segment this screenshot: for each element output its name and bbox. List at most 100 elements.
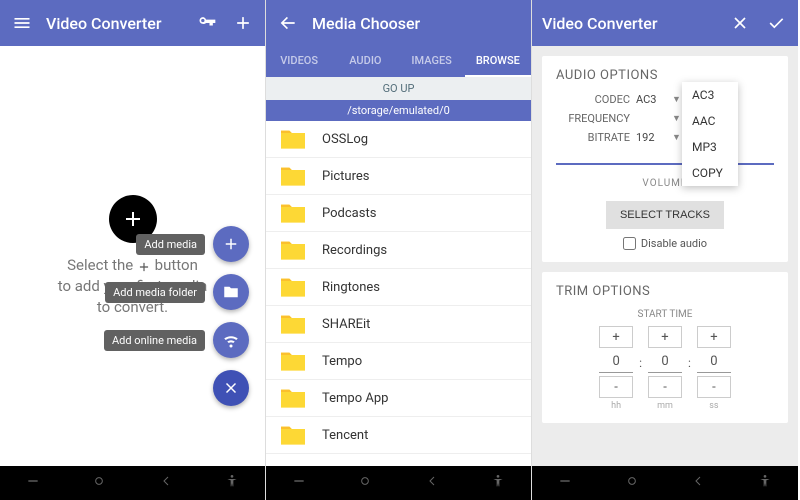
codec-dropdown: AC3AACMP3COPY	[682, 82, 738, 186]
nav-back-icon[interactable]	[690, 473, 706, 493]
folder-row[interactable]: Tempo	[266, 343, 531, 380]
fab-close[interactable]	[213, 370, 249, 406]
folder-icon	[278, 164, 308, 188]
folder-row[interactable]: Pictures	[266, 158, 531, 195]
folder-name: SHAREit	[322, 317, 370, 332]
nav-back-icon[interactable]	[424, 473, 440, 493]
ss-plus-button[interactable]: +	[697, 326, 731, 348]
folder-name: Ringtones	[322, 280, 380, 295]
folder-row[interactable]: Ringtones	[266, 269, 531, 306]
fab-stack: Add media Add media folder Add online me…	[104, 226, 249, 406]
disable-audio-checkbox[interactable]: Disable audio	[556, 237, 774, 250]
menu-icon[interactable]	[10, 11, 34, 35]
folder-name: Tencent	[322, 428, 368, 443]
folder-row[interactable]: Tencent	[266, 417, 531, 454]
appbar: Media Chooser	[266, 0, 531, 46]
volume-slider[interactable]	[556, 154, 774, 174]
chevron-down-icon: ▼	[672, 113, 681, 124]
appbar: Video Converter	[532, 0, 798, 46]
tab-images[interactable]: IMAGES	[399, 46, 465, 77]
folder-row[interactable]: OSSLog	[266, 121, 531, 158]
card-title: AUDIO OPTIONS	[556, 68, 774, 83]
app-title: Video Converter	[46, 14, 161, 33]
folder-list: OSSLog Pictures Podcasts Recordings Ringtone…	[266, 121, 531, 466]
tab-videos[interactable]: VIDEOS	[266, 46, 332, 77]
select-tracks-button[interactable]: SELECT TRACKS	[606, 201, 724, 229]
fab-label-add-online: Add online media	[104, 330, 205, 351]
trim-options-card: TRIM OPTIONS START TIME + 0 - hh : + 0 -…	[542, 272, 788, 423]
tab-audio[interactable]: AUDIO	[332, 46, 398, 77]
nav-accessibility-icon[interactable]	[490, 473, 506, 493]
folder-row[interactable]: Recordings	[266, 232, 531, 269]
folder-name: Tempo	[322, 354, 362, 369]
mm-plus-button[interactable]: +	[648, 326, 682, 348]
codec-option[interactable]: AC3	[682, 82, 738, 108]
folder-icon	[278, 201, 308, 225]
chevron-down-icon: ▼	[672, 94, 681, 105]
audio-options-card: AUDIO OPTIONS CODEC AC3 ▼ FREQUENCY ▼ Hz…	[542, 56, 788, 262]
check-icon[interactable]	[764, 11, 788, 35]
folder-icon	[278, 238, 308, 262]
empty-state-body: Select the button to add your first medi…	[0, 46, 265, 466]
folder-name: Pictures	[322, 169, 369, 184]
go-up-button[interactable]: GO UP	[266, 77, 531, 100]
folder-name: Tempo App	[322, 391, 388, 406]
time-picker: + 0 - hh : + 0 - mm : + 0	[556, 326, 774, 411]
folder-name: OSSLog	[322, 132, 368, 147]
codec-option[interactable]: AAC	[682, 108, 738, 134]
hh-value[interactable]: 0	[599, 351, 633, 373]
screen-media-chooser: Media Chooser VIDEOS AUDIO IMAGES BROWSE…	[266, 0, 532, 500]
nav-recent-icon[interactable]	[25, 473, 41, 493]
tabs: VIDEOS AUDIO IMAGES BROWSE	[266, 46, 531, 77]
nav-back-icon[interactable]	[158, 473, 174, 493]
fab-add-folder[interactable]	[213, 274, 249, 310]
fab-label-add-media: Add media	[136, 234, 205, 255]
hh-minus-button[interactable]: -	[599, 376, 633, 398]
folder-row[interactable]: Tempo App	[266, 380, 531, 417]
back-arrow-icon[interactable]	[276, 11, 300, 35]
bitrate-row[interactable]: BITRATE 192 ▼ kB	[556, 131, 774, 144]
volume-label: VOLUME	[556, 178, 774, 189]
folder-icon	[278, 312, 308, 336]
folder-name: Recordings	[322, 243, 387, 258]
nav-accessibility-icon[interactable]	[224, 473, 240, 493]
nav-home-icon[interactable]	[91, 473, 107, 493]
nav-bar	[532, 466, 798, 500]
frequency-row[interactable]: FREQUENCY ▼ Hz	[556, 112, 774, 125]
start-time-label: START TIME	[556, 309, 774, 320]
nav-home-icon[interactable]	[624, 473, 640, 493]
nav-recent-icon[interactable]	[291, 473, 307, 493]
codec-option[interactable]: COPY	[682, 160, 738, 186]
folder-icon	[278, 127, 308, 151]
codec-row[interactable]: CODEC AC3 ▼	[556, 93, 774, 106]
fab-add-media[interactable]	[213, 226, 249, 262]
card-title: TRIM OPTIONS	[556, 284, 774, 299]
key-icon[interactable]	[195, 11, 219, 35]
tab-browse[interactable]: BROWSE	[465, 46, 531, 77]
mm-minus-button[interactable]: -	[648, 376, 682, 398]
nav-recent-icon[interactable]	[557, 473, 573, 493]
screen-empty-state: Video Converter Select the button to add…	[0, 0, 266, 500]
close-icon[interactable]	[728, 11, 752, 35]
fab-add-online[interactable]	[213, 322, 249, 358]
nav-accessibility-icon[interactable]	[757, 473, 773, 493]
hh-plus-button[interactable]: +	[599, 326, 633, 348]
appbar: Video Converter	[0, 0, 265, 46]
plus-icon[interactable]	[231, 11, 255, 35]
codec-option[interactable]: MP3	[682, 134, 738, 160]
folder-row[interactable]: SHAREit	[266, 306, 531, 343]
ss-value[interactable]: 0	[697, 351, 731, 373]
screen-audio-options: Video Converter AUDIO OPTIONS CODEC AC3 …	[532, 0, 798, 500]
folder-row[interactable]: Podcasts	[266, 195, 531, 232]
folder-icon	[278, 349, 308, 373]
folder-name: Podcasts	[322, 206, 376, 221]
mm-value[interactable]: 0	[648, 351, 682, 373]
folder-icon	[278, 275, 308, 299]
page-title: Media Chooser	[312, 14, 420, 33]
nav-home-icon[interactable]	[357, 473, 373, 493]
fab-label-add-folder: Add media folder	[105, 282, 205, 303]
nav-bar	[266, 466, 531, 500]
folder-icon	[278, 423, 308, 447]
ss-minus-button[interactable]: -	[697, 376, 731, 398]
current-path: /storage/emulated/0	[266, 100, 531, 121]
